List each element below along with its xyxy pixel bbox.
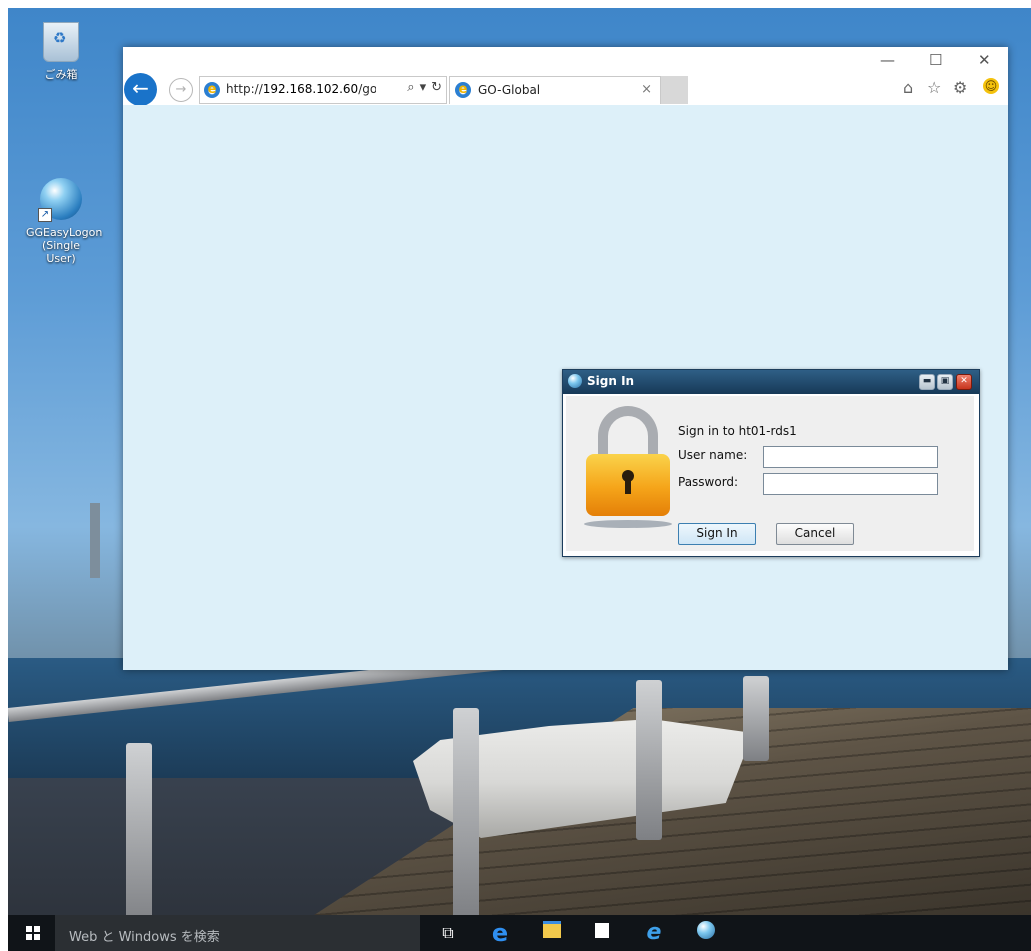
wallpaper-railing-post — [453, 708, 479, 918]
tab-close-icon[interactable]: × — [641, 82, 652, 97]
sign-in-button[interactable]: Sign In — [678, 523, 756, 545]
dialog-close-button[interactable]: ✕ — [956, 374, 972, 390]
search-placeholder: Web と Windows を検索 — [69, 930, 220, 945]
username-label: User name: — [678, 448, 748, 462]
go-global-icon — [568, 374, 582, 388]
dialog-maximize-button[interactable]: ▣ — [937, 374, 953, 390]
desktop-icon-label: ごみ箱 — [44, 68, 78, 81]
taskbar: Web と Windows を検索 ⧉ e e — [8, 915, 1031, 951]
refresh-icon[interactable]: ↻ — [431, 80, 442, 95]
globe-icon: ↗ — [38, 178, 82, 222]
cancel-button[interactable]: Cancel — [776, 523, 854, 545]
url-path: /goglob — [358, 82, 376, 96]
wallpaper-railing-post — [743, 676, 769, 761]
dialog-titlebar[interactable]: Sign In ▬ ▣ ✕ — [563, 370, 979, 394]
task-view-icon[interactable]: ⧉ — [436, 921, 460, 945]
search-icon[interactable]: ⌕ — [407, 80, 414, 95]
back-button[interactable]: ← — [124, 73, 157, 106]
favorites-icon[interactable]: ☆ — [927, 78, 941, 97]
padlock-body — [586, 454, 670, 516]
shortcut-arrow-icon: ↗ — [38, 208, 52, 222]
new-tab-button[interactable] — [661, 76, 688, 104]
recycle-bin-icon — [43, 22, 79, 62]
wallpaper-railing-post — [126, 743, 152, 928]
ie-icon[interactable]: e — [642, 921, 666, 945]
desktop-icon-ggeasylogon[interactable]: ↗ GGEasyLogon (Single User) — [26, 178, 103, 265]
go-global-icon[interactable] — [694, 921, 718, 945]
desktop-icon-label: (Single User) — [41, 239, 81, 265]
tab-go-global[interactable]: e GO-Global × — [449, 76, 661, 104]
tab-title: GO-Global — [478, 83, 541, 97]
wallpaper-railing-post — [636, 680, 662, 840]
settings-icon[interactable]: ⚙ — [953, 78, 967, 97]
url-host: 192.168.102.60 — [262, 82, 359, 96]
close-button[interactable]: ✕ — [978, 51, 991, 69]
forward-button[interactable]: → — [169, 78, 193, 102]
browser-toolbar: ← → e http://192.168.102.60/goglob ⌕ ▾ ↻ e… — [123, 47, 1008, 106]
desktop-icon-recycle-bin[interactable]: ごみ箱 — [26, 22, 96, 81]
username-input[interactable] — [763, 446, 938, 468]
browser-window: ← → e http://192.168.102.60/goglob ⌕ ▾ ↻ e… — [123, 47, 1008, 670]
store-icon[interactable] — [590, 921, 614, 945]
ie-page-icon: e — [204, 82, 220, 98]
address-bar-actions: ⌕ ▾ ↻ — [402, 80, 442, 95]
address-bar[interactable]: e http://192.168.102.60/goglob ⌕ ▾ ↻ — [199, 76, 447, 104]
desktop-icon-label: GGEasyLogon — [26, 226, 103, 239]
dialog-minimize-button[interactable]: ▬ — [919, 374, 935, 390]
edge-icon[interactable]: e — [488, 921, 512, 945]
address-url[interactable]: http://192.168.102.60/goglob — [226, 82, 376, 96]
dialog-title: Sign In — [587, 374, 635, 388]
feedback-icon[interactable]: ☺ — [983, 78, 999, 94]
file-explorer-icon[interactable] — [540, 921, 564, 945]
dialog-body: Sign in to ht01-rds1 User name: Password… — [566, 396, 974, 551]
wallpaper-tower — [90, 503, 100, 578]
chevron-down-icon[interactable]: ▾ — [420, 80, 427, 95]
padlock-shadow — [584, 520, 672, 528]
dialog-heading: Sign in to ht01-rds1 — [678, 424, 797, 438]
taskbar-search-box[interactable]: Web と Windows を検索 — [55, 915, 420, 951]
minimize-button[interactable]: — — [880, 51, 895, 69]
sign-in-dialog: Sign In ▬ ▣ ✕ Sign in to ht01-rds1 User … — [562, 369, 980, 557]
windows-start-icon[interactable] — [26, 926, 40, 940]
url-scheme: http:// — [226, 82, 263, 96]
password-label: Password: — [678, 475, 739, 489]
browser-content: Sign In ▬ ▣ ✕ Sign in to ht01-rds1 User … — [123, 105, 1008, 670]
maximize-button[interactable]: ☐ — [929, 51, 942, 69]
password-input[interactable] — [763, 473, 938, 495]
padlock-icon — [584, 406, 672, 528]
home-icon[interactable]: ⌂ — [903, 78, 913, 97]
keyhole-stem — [625, 478, 631, 494]
ie-tab-icon: e — [455, 82, 471, 98]
